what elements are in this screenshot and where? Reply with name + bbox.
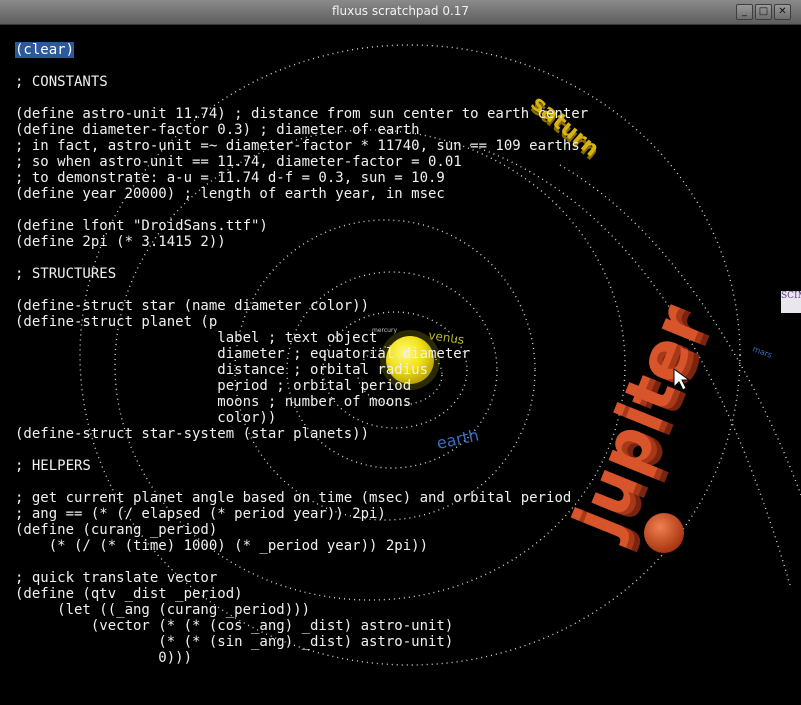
code-line: ; CONSTANTS [15, 74, 108, 90]
close-button[interactable]: ✕ [774, 4, 791, 20]
code-line: ; to demonstrate: a-u = 11.74 d-f = 0.3,… [15, 170, 445, 186]
selected-code[interactable]: (clear) [15, 42, 75, 58]
code-line: (define year 20000) ; length of earth ye… [15, 186, 445, 202]
minimize-button[interactable]: _ [736, 4, 753, 20]
code-line: ; get current planet angle based on time… [15, 490, 572, 506]
code-line: ; ang == (* (/ elapsed (* period year)) … [15, 506, 386, 522]
code-line: ; in fact, astro-unit =~ diameter-factor… [15, 138, 580, 154]
maximize-button[interactable]: □ [755, 4, 772, 20]
window-title: fluxus scratchpad 0.17 [331, 4, 470, 18]
code-line: (define-struct star (name diameter color… [15, 298, 370, 314]
code-line: (define diameter-factor 0.3) ; diameter … [15, 122, 420, 138]
code-line: (define-struct star-system (star planets… [15, 426, 370, 442]
code-text: ; CONSTANTS (define astro-unit 11.74) ; … [15, 74, 588, 666]
code-editor[interactable]: (clear) ; CONSTANTS (define astro-unit 1… [15, 42, 588, 666]
code-line: distance ; orbital radius [217, 362, 429, 378]
code-line: color)) [217, 410, 277, 426]
code-line: (let ((_ang (curang _period))) [57, 602, 311, 618]
code-line: label ; text object [217, 330, 378, 346]
code-line: period ; orbital period [217, 378, 412, 394]
title-bar[interactable]: fluxus scratchpad 0.17 _ □ ✕ [0, 0, 801, 25]
code-line: (define-struct planet (p [15, 314, 218, 330]
code-line: 0))) [15, 650, 193, 666]
jupiter-sphere [644, 513, 684, 553]
code-line: (define astro-unit 11.74) ; distance fro… [15, 106, 589, 122]
code-line: ; HELPERS [15, 458, 91, 474]
code-line: ; STRUCTURES [15, 266, 117, 282]
code-line: (* (* (sin _ang) _dist) astro-unit) [158, 634, 454, 650]
code-line: (define (curang _period) [15, 522, 218, 538]
code-line: moons ; number of moons [217, 394, 412, 410]
code-line: (define (qtv _dist _period) [15, 586, 243, 602]
code-line: ; so when astro-unit == 11.74, diameter-… [15, 154, 462, 170]
mars-label: mars [751, 344, 773, 359]
code-line: (define 2pi (* 3.1415 2)) [15, 234, 226, 250]
code-line: (define lfont "DroidSans.ttf") [15, 218, 268, 234]
edge-thumbnail[interactable]: SCIM [781, 291, 801, 313]
fluxus-window: fluxus scratchpad 0.17 _ □ ✕ mercury ven… [0, 0, 801, 705]
code-line: ; quick translate vector [15, 570, 218, 586]
code-line: (* (/ (* (time) 1000) (* _period year)) … [48, 538, 429, 554]
code-line: (vector (* (* (cos _ang) _dist) astro-un… [90, 618, 454, 634]
code-line: diameter ; equatorial diameter [217, 346, 471, 362]
